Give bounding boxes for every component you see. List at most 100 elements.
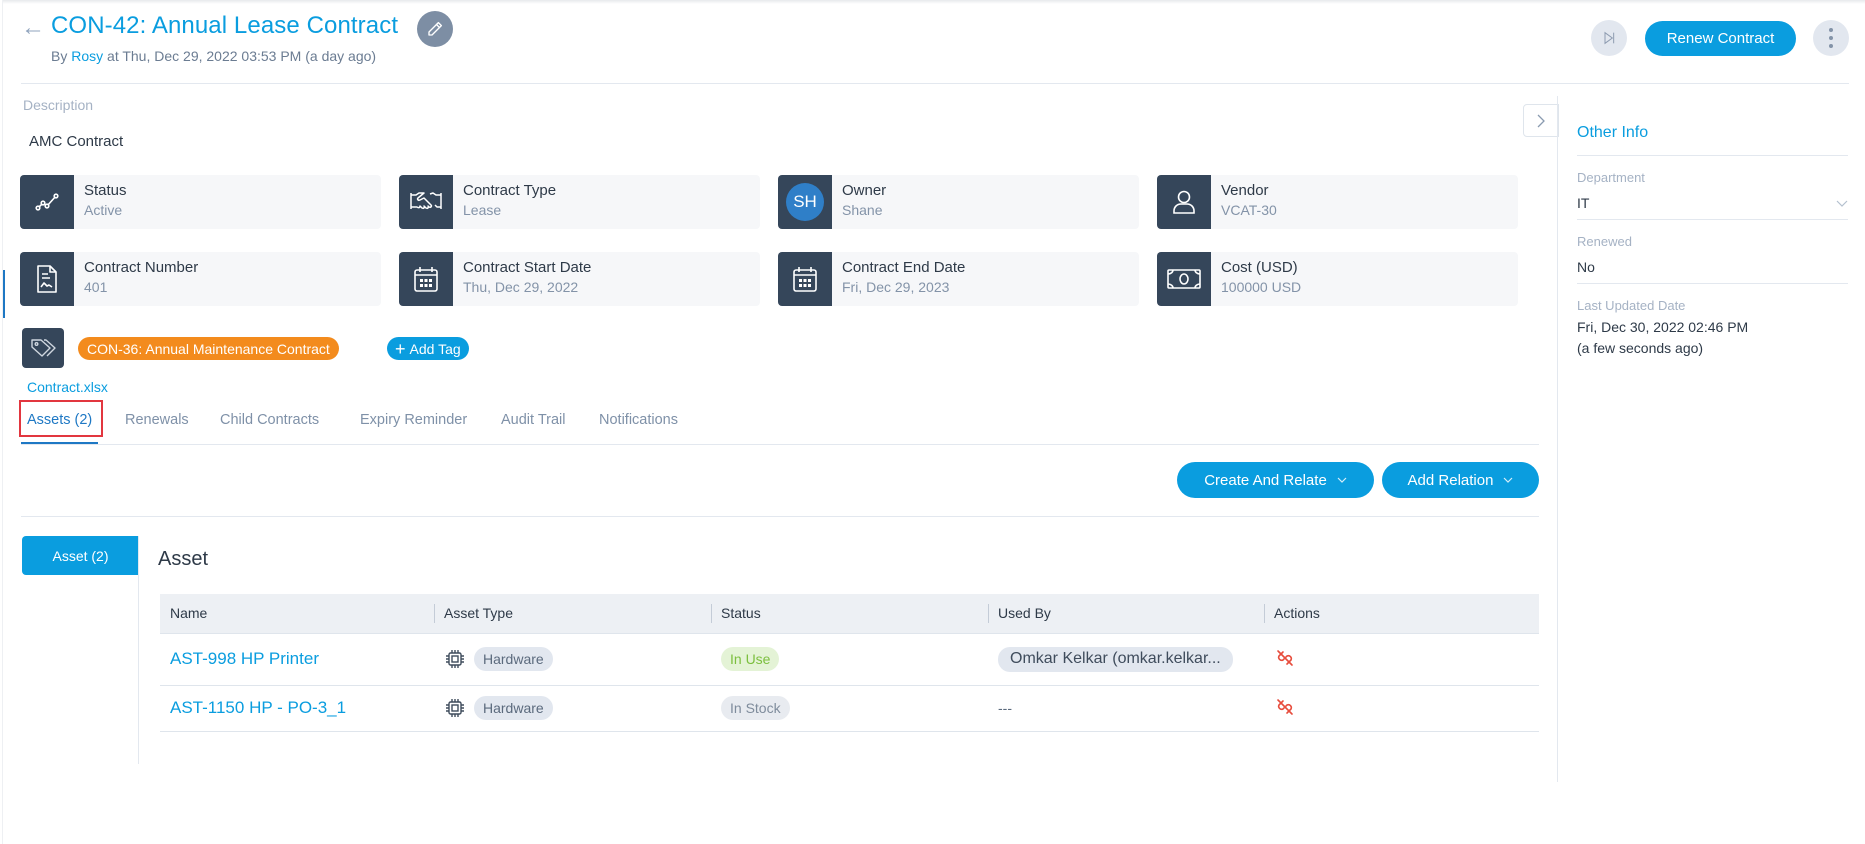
tab-notifications[interactable]: Notifications xyxy=(599,412,678,428)
tag-chip[interactable]: CON-36: Annual Maintenance Contract xyxy=(78,337,339,360)
user-icon xyxy=(1173,190,1195,214)
calendar-icon xyxy=(414,267,438,292)
calendar-icon xyxy=(793,267,817,292)
contract-type-card: Contract Type Lease xyxy=(399,175,760,229)
header-divider xyxy=(21,83,1849,84)
add-relation-button[interactable]: Add Relation xyxy=(1382,462,1539,498)
created-at: at Thu, Dec 29, 2022 03:53 PM (a day ago… xyxy=(107,48,377,64)
card-value: Fri, Dec 29, 2023 xyxy=(842,279,950,295)
side-tab-divider xyxy=(138,536,139,764)
asset-heading: Asset xyxy=(158,548,209,570)
column-header-used-by[interactable]: Used By xyxy=(988,594,1264,634)
description-value: AMC Contract xyxy=(29,133,124,150)
edit-title-button[interactable] xyxy=(417,11,453,47)
department-value: IT xyxy=(1577,195,1590,211)
more-dot xyxy=(1829,44,1833,48)
asset-type-chip: Hardware xyxy=(474,696,553,720)
contract-tabs: Assets (2) Renewals Child Contracts Expi… xyxy=(19,400,1539,445)
status-card: Status Active xyxy=(20,175,381,229)
card-value: 100000 USD xyxy=(1221,279,1302,295)
last-updated-field: Last Updated Date Fri, Dec 30, 2022 02:4… xyxy=(1577,284,1848,367)
asset-name-link[interactable]: AST-998 HP Printer xyxy=(170,649,319,668)
add-tag-label: Add Tag xyxy=(409,340,461,357)
used-by-empty: --- xyxy=(998,700,1012,716)
card-label: Contract Type xyxy=(463,182,557,199)
actions-divider xyxy=(21,516,1539,517)
more-options-button[interactable] xyxy=(1813,20,1849,56)
asset-side-tab[interactable]: Asset (2) xyxy=(22,536,139,575)
assets-table: Name Asset Type Status Used By Actions A… xyxy=(160,594,1539,732)
tab-child-contracts[interactable]: Child Contracts xyxy=(220,412,319,428)
tags-tile xyxy=(22,328,64,368)
unlink-button[interactable] xyxy=(1274,647,1296,669)
contract-start-date-card: Contract Start Date Thu, Dec 29, 2022 xyxy=(399,252,760,306)
card-value: VCAT-30 xyxy=(1221,202,1277,218)
card-label: Status xyxy=(84,182,127,199)
add-tag-button[interactable]: + Add Tag xyxy=(387,337,469,360)
column-header-asset-type[interactable]: Asset Type xyxy=(434,594,711,634)
renew-contract-button[interactable]: Renew Contract xyxy=(1645,21,1796,56)
tag-icon xyxy=(31,339,56,357)
column-header-name[interactable]: Name xyxy=(160,594,434,634)
by-prefix: By xyxy=(51,48,68,64)
table-row: AST-1150 HP - PO-3_1 Hardware In Stock -… xyxy=(160,685,1539,732)
top-shadow xyxy=(3,0,1865,4)
vendor-card: Vendor VCAT-30 xyxy=(1157,175,1518,229)
tab-expiry-reminder[interactable]: Expiry Reminder xyxy=(360,412,467,428)
more-dot xyxy=(1829,28,1833,32)
column-header-status[interactable]: Status xyxy=(711,594,988,634)
collapse-panel-button[interactable] xyxy=(1523,104,1559,137)
department-field[interactable]: Department IT xyxy=(1577,156,1848,220)
table-row: AST-998 HP Printer Hardware In Use Omkar… xyxy=(160,633,1539,686)
card-label: Contract End Date xyxy=(842,259,966,276)
back-arrow-icon[interactable]: ← xyxy=(21,14,45,42)
skip-forward-button[interactable] xyxy=(1591,20,1627,56)
chevron-down-icon xyxy=(1337,477,1347,483)
active-tab-underline xyxy=(21,442,98,444)
status-badge: In Use xyxy=(721,647,780,671)
chevron-right-icon xyxy=(1537,114,1545,127)
card-label: Vendor xyxy=(1221,182,1269,199)
creator-link[interactable]: Rosy xyxy=(71,48,103,64)
chevron-down-icon xyxy=(1504,477,1513,483)
tab-renewals[interactable]: Renewals xyxy=(125,412,189,428)
right-panel-border xyxy=(1557,96,1558,782)
field-label: Renewed xyxy=(1577,234,1632,249)
card-value: Shane xyxy=(842,202,883,218)
page-title: CON-42: Annual Lease Contract xyxy=(51,12,399,39)
owner-avatar: SH xyxy=(786,183,824,221)
document-icon xyxy=(37,265,57,293)
add-relation-label: Add Relation xyxy=(1407,471,1494,489)
description-label: Description xyxy=(23,97,94,113)
card-label: Owner xyxy=(842,182,887,199)
table-header-row: Name Asset Type Status Used By Actions xyxy=(160,594,1539,634)
plus-icon: + xyxy=(395,338,406,359)
create-and-relate-button[interactable]: Create And Relate xyxy=(1177,462,1374,498)
unlink-button[interactable] xyxy=(1274,696,1296,718)
created-by-line: By Rosy at Thu, Dec 29, 2022 03:53 PM (a… xyxy=(51,48,376,64)
card-label: Contract Number xyxy=(84,259,199,276)
other-info-title: Other Info xyxy=(1577,124,1848,156)
tab-assets[interactable]: Assets (2) xyxy=(27,412,92,428)
last-updated-value: Fri, Dec 30, 2022 02:46 PM xyxy=(1577,319,1749,335)
tab-audit-trail[interactable]: Audit Trail xyxy=(501,412,565,428)
chip-icon xyxy=(446,650,464,668)
renewed-field: Renewed No xyxy=(1577,220,1848,284)
card-value: Thu, Dec 29, 2022 xyxy=(463,279,579,295)
contract-end-date-card: Contract End Date Fri, Dec 29, 2023 xyxy=(778,252,1139,306)
cost-card: Cost (USD) 100000 USD xyxy=(1157,252,1518,306)
create-and-relate-label: Create And Relate xyxy=(1204,471,1327,489)
more-dot xyxy=(1829,36,1833,40)
attachment-link[interactable]: Contract.xlsx xyxy=(27,379,108,395)
trend-line-icon xyxy=(35,193,59,211)
contract-number-card: Contract Number 401 xyxy=(20,252,381,306)
column-header-actions: Actions xyxy=(1264,594,1539,634)
owner-card: SH Owner Shane xyxy=(778,175,1139,229)
handshake-icon xyxy=(410,192,442,209)
asset-name-link[interactable]: AST-1150 HP - PO-3_1 xyxy=(170,698,346,717)
used-by-chip[interactable]: Omkar Kelkar (omkar.kelkar... xyxy=(998,646,1233,672)
card-label: Contract Start Date xyxy=(463,259,592,276)
banknote-icon xyxy=(1167,269,1201,289)
chevron-down-icon[interactable] xyxy=(1836,200,1848,207)
pencil-icon xyxy=(428,21,443,36)
